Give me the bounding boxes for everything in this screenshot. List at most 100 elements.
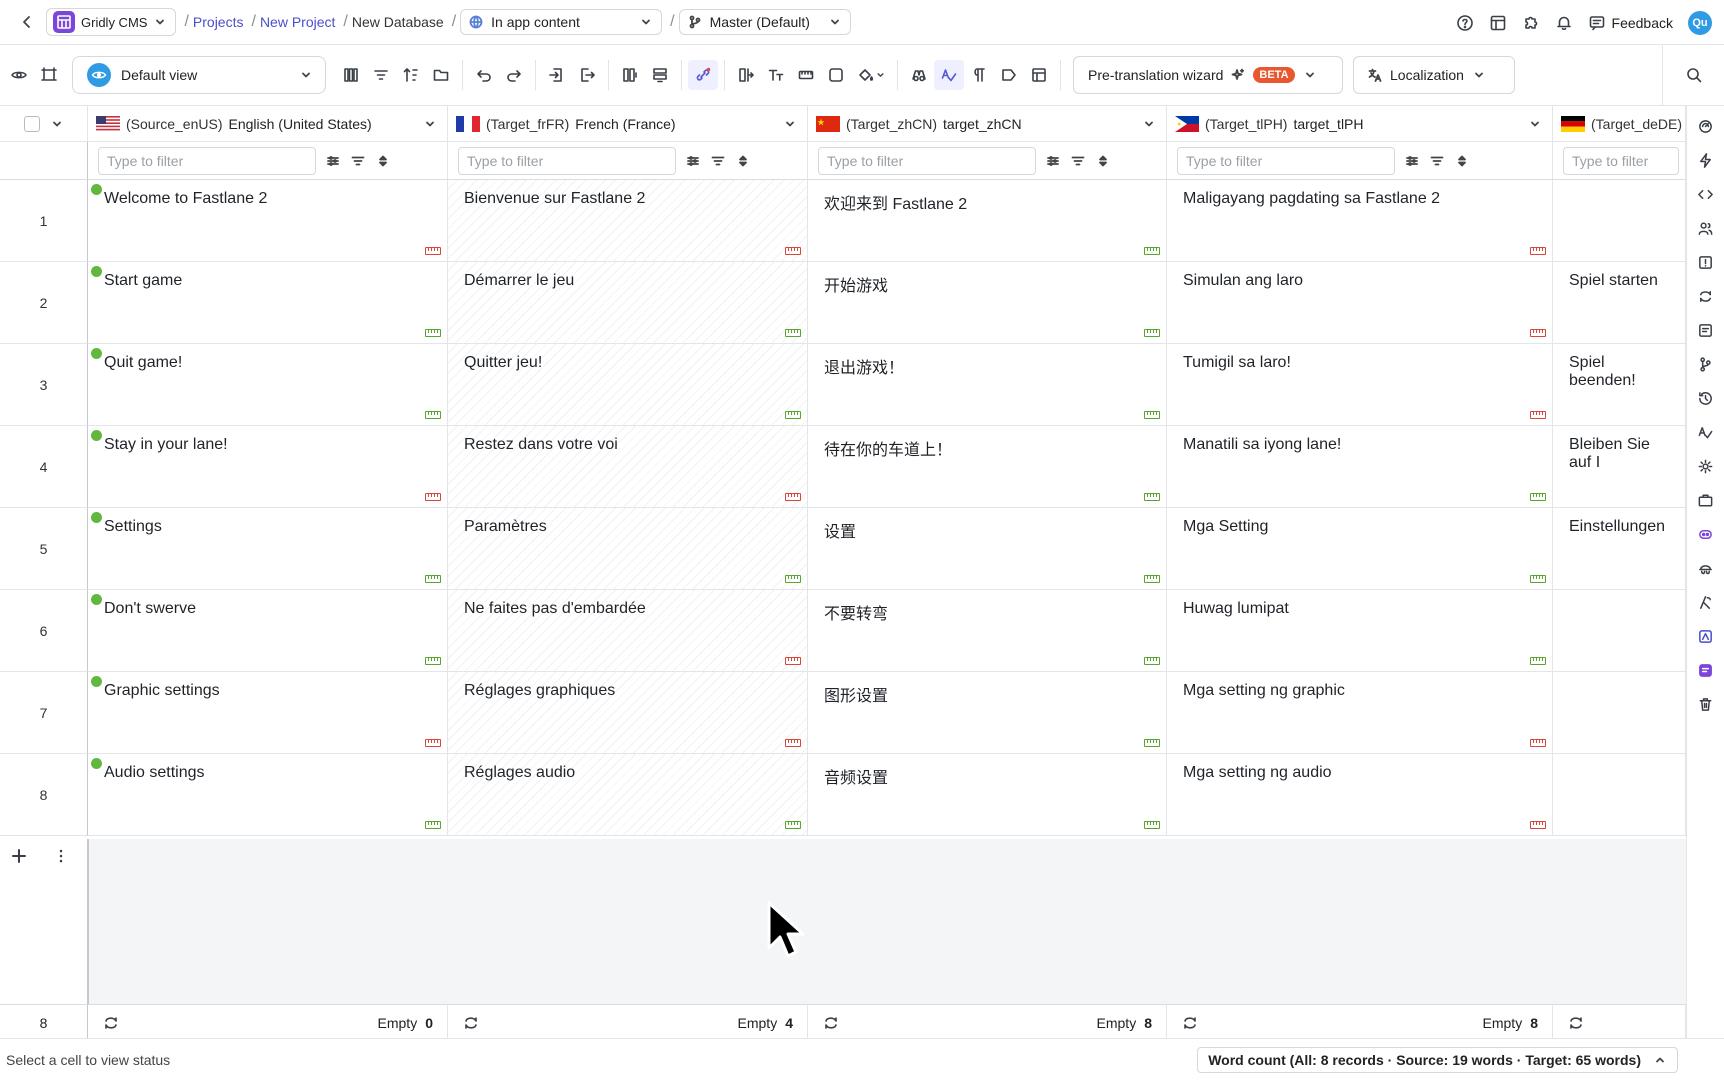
bell-icon[interactable] (1555, 14, 1573, 32)
breadcrumb-database[interactable]: New Database (352, 14, 444, 30)
layout-icon[interactable] (1489, 14, 1507, 32)
table-cell[interactable]: Tumigil sa laro! (1167, 344, 1553, 426)
sort-icon[interactable] (376, 154, 390, 168)
table-cell[interactable]: Simulan ang laro (1167, 262, 1553, 344)
view-settings-button[interactable] (34, 60, 64, 90)
sort-icon[interactable] (736, 154, 750, 168)
filter-options-icon[interactable] (686, 154, 700, 168)
table-cell[interactable]: Manatili sa iyong lane! (1167, 426, 1553, 508)
refresh-icon[interactable] (462, 1014, 480, 1032)
bot-icon[interactable] (1697, 526, 1714, 543)
chevron-down-icon[interactable] (783, 117, 797, 131)
frame-button[interactable] (821, 60, 851, 90)
row-number[interactable]: 7 (0, 672, 88, 754)
table-cell[interactable] (1553, 754, 1686, 836)
filter-input[interactable] (458, 146, 676, 175)
more-vertical-icon[interactable] (52, 847, 70, 865)
puzzle-icon[interactable] (1522, 14, 1540, 32)
text-format-button[interactable] (761, 60, 791, 90)
table-cell[interactable]: Réglages audio (448, 754, 808, 836)
add-row-button[interactable] (645, 60, 675, 90)
row-height-button[interactable] (791, 60, 821, 90)
table-cell[interactable]: Spiel starten (1553, 262, 1686, 344)
table-cell[interactable]: Audio settings (88, 754, 448, 836)
sort-icon[interactable] (1455, 154, 1469, 168)
table-cell[interactable]: 不要转弯 (808, 590, 1167, 672)
chevron-down-icon[interactable] (50, 117, 64, 131)
row-number[interactable]: 8 (0, 754, 88, 836)
branch-select[interactable]: Master (Default) (678, 9, 851, 35)
table-cell[interactable]: 音频设置 (808, 754, 1167, 836)
ai-assistant-icon[interactable] (1697, 118, 1714, 135)
pretranslation-wizard-button[interactable]: Pre-translation wizard BETA (1073, 56, 1343, 94)
table-cell[interactable]: Mga Setting (1167, 508, 1553, 590)
text-wrap-button[interactable] (731, 60, 761, 90)
filter-options-icon[interactable] (1046, 154, 1060, 168)
table-cell[interactable]: Restez dans votre voi (448, 426, 808, 508)
table-cell[interactable]: Huwag lumipat (1167, 590, 1553, 672)
table-cell[interactable]: Don't swerve (88, 590, 448, 672)
breadcrumb-projects[interactable]: Projects (193, 14, 244, 30)
find-replace-button[interactable] (904, 60, 934, 90)
spellcheck-button[interactable] (934, 60, 964, 90)
view-select[interactable]: Default view (72, 56, 326, 94)
chevron-down-icon[interactable] (1528, 117, 1542, 131)
column-header[interactable]: (Target_deDE) (1553, 106, 1686, 142)
export-button[interactable] (572, 60, 602, 90)
history-icon[interactable] (1697, 390, 1714, 407)
formula-icon[interactable] (1697, 594, 1714, 611)
filter-icon[interactable] (350, 154, 366, 168)
fill-color-button[interactable] (851, 60, 891, 90)
code-icon[interactable] (1697, 186, 1714, 203)
chevron-down-icon[interactable] (423, 117, 437, 131)
automation-bolt-icon[interactable] (1697, 152, 1714, 169)
redo-button[interactable] (499, 60, 529, 90)
users-icon[interactable] (1697, 220, 1714, 237)
filter-input[interactable] (1563, 146, 1679, 175)
plugin-icon[interactable] (1697, 662, 1714, 679)
table-cell[interactable]: Start game (88, 262, 448, 344)
table-cell[interactable] (1553, 672, 1686, 754)
import-button[interactable] (542, 60, 572, 90)
table-cell[interactable]: 设置 (808, 508, 1167, 590)
dependency-button[interactable] (688, 60, 718, 90)
help-icon[interactable] (1456, 14, 1474, 32)
refresh-icon[interactable] (822, 1014, 840, 1032)
filter-input[interactable] (1177, 146, 1395, 175)
sort-button[interactable] (396, 60, 426, 90)
chevron-down-icon[interactable] (1142, 117, 1156, 131)
table-cell[interactable]: Démarrer le jeu (448, 262, 808, 344)
table-cell[interactable]: Réglages graphiques (448, 672, 808, 754)
paragraph-button[interactable] (964, 60, 994, 90)
refresh-icon[interactable] (1567, 1014, 1585, 1032)
row-number[interactable]: 1 (0, 180, 88, 262)
sync-icon[interactable] (1697, 288, 1714, 305)
table-cell[interactable]: Mga setting ng audio (1167, 754, 1553, 836)
columns-button[interactable] (336, 60, 366, 90)
filter-icon[interactable] (710, 154, 726, 168)
filter-input[interactable] (818, 146, 1036, 175)
table-cell[interactable]: Settings (88, 508, 448, 590)
sort-icon[interactable] (1096, 154, 1110, 168)
integration-app-icon[interactable] (1697, 628, 1714, 645)
avatar[interactable]: Qu (1688, 10, 1712, 35)
table-cell[interactable]: 待在你的车道上！ (808, 426, 1167, 508)
back-button[interactable] (16, 15, 38, 29)
table-cell[interactable]: Stay in your lane! (88, 426, 448, 508)
branch-icon[interactable] (1697, 356, 1714, 373)
table-cell[interactable] (1553, 590, 1686, 672)
table-cell[interactable]: Quitter jeu! (448, 344, 808, 426)
spellcheck-panel-icon[interactable] (1697, 424, 1714, 441)
table-cell[interactable]: Ne faites pas d'embardée (448, 590, 808, 672)
table-cell[interactable]: Mga setting ng graphic (1167, 672, 1553, 754)
filter-button[interactable] (366, 60, 396, 90)
trash-icon[interactable] (1697, 696, 1714, 713)
content-select[interactable]: In app content (460, 9, 663, 35)
hide-columns-button[interactable] (4, 60, 34, 90)
filter-icon[interactable] (1070, 154, 1086, 168)
app-switcher[interactable]: Gridly CMS (46, 8, 177, 36)
filter-options-icon[interactable] (1405, 154, 1419, 168)
column-header[interactable]: (Target_frFR) French (France) (448, 106, 808, 142)
breadcrumb-project[interactable]: New Project (260, 14, 335, 30)
briefcase-icon[interactable] (1697, 492, 1714, 509)
